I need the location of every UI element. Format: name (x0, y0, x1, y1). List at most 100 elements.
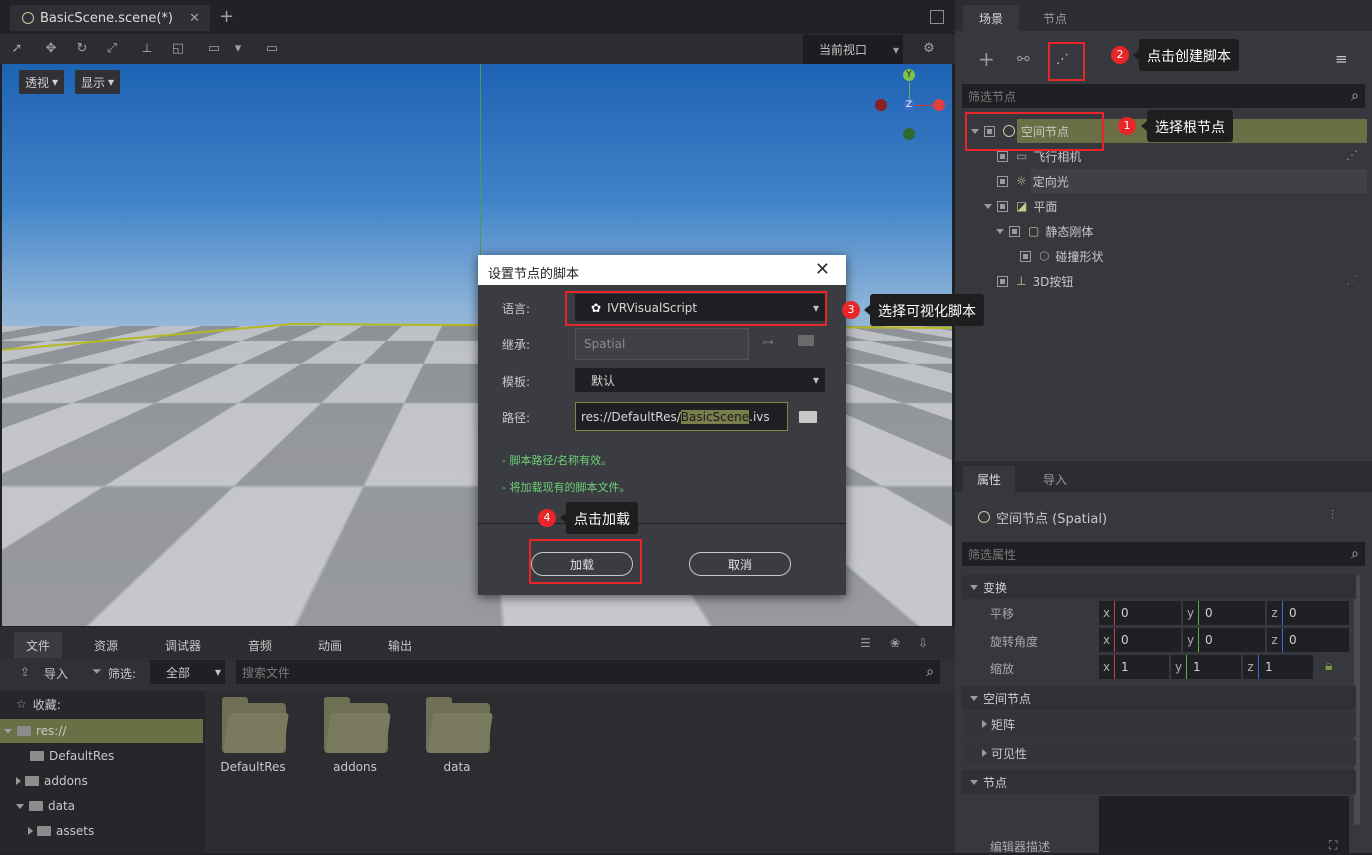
tree-node-light[interactable]: ☼ 定向光 (997, 169, 1069, 193)
file-tree-item-defaultres[interactable]: DefaultRes (0, 744, 203, 768)
snap-icon[interactable]: ◱ (169, 40, 187, 58)
filter-select[interactable]: 全部 ▾ (150, 660, 225, 684)
node-filter-input[interactable]: 筛选节点 ⌕ (962, 84, 1365, 108)
annotation-tip-1: 选择根节点 (1141, 110, 1233, 142)
translation-z-field[interactable]: z0 (1267, 601, 1349, 625)
tree-node-label: 平面 (1033, 199, 1058, 214)
tree-node-staticbody[interactable]: ▢ 静态刚体 (996, 219, 1093, 243)
viewport-select[interactable]: 当前视口 ▾ (803, 35, 903, 64)
gizmo-y-dot[interactable]: Y (903, 69, 915, 81)
gear-icon[interactable]: ⚙ (920, 40, 938, 58)
tab-inspector[interactable]: 属性 (963, 466, 1015, 492)
fullscreen-icon[interactable] (930, 10, 944, 24)
translation-label: 平移 (990, 607, 1015, 621)
translation-y-field[interactable]: y0 (1183, 601, 1265, 625)
file-tree-item-assets[interactable]: assets (0, 819, 203, 843)
settings-icon[interactable]: ⫶ (1331, 508, 1334, 523)
visibility-icon[interactable] (1020, 250, 1031, 262)
file-tree-item-addons[interactable]: addons (0, 769, 203, 793)
tab-scene[interactable]: 场景 (963, 5, 1019, 31)
rotation-x-field[interactable]: x0 (1099, 628, 1181, 652)
tree-node-collision[interactable]: ⬡ 碰撞形状 (1020, 244, 1104, 268)
tab-files[interactable]: 文件 (14, 632, 62, 658)
move-tool-icon[interactable]: ✥ (42, 40, 60, 58)
script-icon[interactable]: ⋰ (1346, 148, 1358, 162)
section-transform[interactable]: 变换 (962, 575, 1356, 599)
folder-icon[interactable] (426, 697, 490, 753)
section-node[interactable]: 节点 (962, 770, 1356, 794)
expand-icon[interactable]: ⛶ (1329, 838, 1337, 853)
scale-y-field[interactable]: y1 (1171, 655, 1241, 679)
rotate-tool-icon[interactable]: ↻ (73, 40, 91, 58)
script-icon[interactable]: ⋰ (1346, 273, 1358, 287)
link-icon[interactable]: ⚯ (1017, 50, 1030, 68)
annotation-badge-4: 4 (538, 509, 556, 527)
tab-resources[interactable]: 资源 (80, 632, 132, 658)
search-icon: ⌕ (926, 664, 934, 680)
add-tab-button[interactable]: + (219, 6, 234, 27)
download-icon[interactable]: ⇩ (918, 636, 928, 650)
display-button[interactable]: 显示 ▾ (75, 70, 121, 94)
cancel-button[interactable]: 取消 (689, 552, 791, 576)
button-icon: ⊥ (1016, 274, 1027, 288)
visibility-icon[interactable] (997, 150, 1008, 162)
visibility-row[interactable]: 可见性 (962, 740, 1356, 766)
translation-x-field[interactable]: x0 (1099, 601, 1181, 625)
favorites-row[interactable]: ☆ 收藏: (0, 692, 203, 716)
local-space-icon[interactable]: ⟂ (138, 40, 156, 58)
node-tree-icon[interactable]: ⊶ (762, 335, 774, 349)
folder-icon[interactable] (324, 697, 388, 753)
gizmo-x-dot[interactable] (933, 99, 945, 111)
perspective-button[interactable]: 透视 ▾ (19, 70, 65, 94)
chevron-down-icon[interactable]: ▾ (229, 40, 247, 58)
visibility-icon[interactable] (1009, 225, 1020, 237)
list-view-icon[interactable]: ☰ (860, 636, 871, 650)
import-icon[interactable]: ⇪ (20, 665, 30, 679)
scale-z-field[interactable]: z1 (1243, 655, 1313, 679)
menu-icon[interactable]: ≡ (1335, 50, 1348, 68)
file-search-input[interactable]: 搜索文件 ⌕ (236, 660, 940, 684)
gizmo-z-dot[interactable]: Z (903, 99, 915, 111)
select-tool-icon[interactable]: ➚ (8, 40, 26, 58)
visibility-icon[interactable] (997, 275, 1008, 287)
sun-icon: ☼ (1016, 174, 1027, 188)
path-input[interactable]: res://DefaultRes/BasicScene .ivs (575, 402, 788, 431)
add-node-icon[interactable]: + (978, 47, 995, 71)
import-button[interactable]: 导入 (44, 665, 68, 682)
ruler-icon[interactable]: ▭ (205, 40, 223, 58)
section-spatial[interactable]: 空间节点 (962, 686, 1356, 710)
folder-icon[interactable] (798, 335, 814, 346)
tree-node-plane[interactable]: ◪ 平面 (984, 194, 1057, 218)
file-tree-item-data[interactable]: data (0, 794, 203, 818)
close-icon[interactable]: ✕ (815, 260, 830, 280)
rotation-z-field[interactable]: z0 (1267, 628, 1349, 652)
file-tree-item-res[interactable]: res:// (0, 719, 203, 743)
visibility-icon[interactable] (997, 200, 1008, 212)
camera-icon[interactable]: ▭ (263, 40, 281, 58)
close-icon[interactable]: ✕ (189, 11, 200, 26)
property-filter-input[interactable]: 筛选属性 ⌕ (962, 542, 1365, 566)
template-select[interactable]: 默认 ▾ (575, 368, 825, 392)
scene-tab[interactable]: BasicScene.scene(*) ✕ (10, 5, 210, 31)
tab-node[interactable]: 节点 (1027, 5, 1083, 31)
scale-x-field[interactable]: x1 (1099, 655, 1169, 679)
scale-tool-icon[interactable]: ⤢ (103, 40, 121, 58)
visibility-icon[interactable] (997, 175, 1008, 187)
tab-audio[interactable]: 音频 (236, 632, 284, 658)
matrix-row[interactable]: 矩阵 (962, 711, 1356, 737)
rotation-y-field[interactable]: y0 (1183, 628, 1265, 652)
tab-debugger[interactable]: 调试器 (152, 632, 214, 658)
lock-icon[interactable]: 🔒︎ (1325, 658, 1332, 674)
grid-view-icon[interactable]: ❀ (890, 636, 900, 650)
folder-icon[interactable] (799, 411, 817, 423)
editor-description-field[interactable] (1099, 796, 1349, 853)
inherit-field[interactable]: Spatial (575, 328, 749, 360)
tree-node-3dbutton[interactable]: ⊥ 3D按钮 (997, 269, 1073, 293)
gizmo-neg-y-dot[interactable] (903, 128, 915, 140)
gizmo-neg-x-dot[interactable] (875, 99, 887, 111)
folder-icon[interactable] (222, 697, 286, 753)
tab-import[interactable]: 导入 (1027, 466, 1083, 492)
axis-x-label: x (1099, 601, 1115, 625)
tab-output[interactable]: 输出 (376, 632, 424, 658)
tab-animation[interactable]: 动画 (306, 632, 354, 658)
